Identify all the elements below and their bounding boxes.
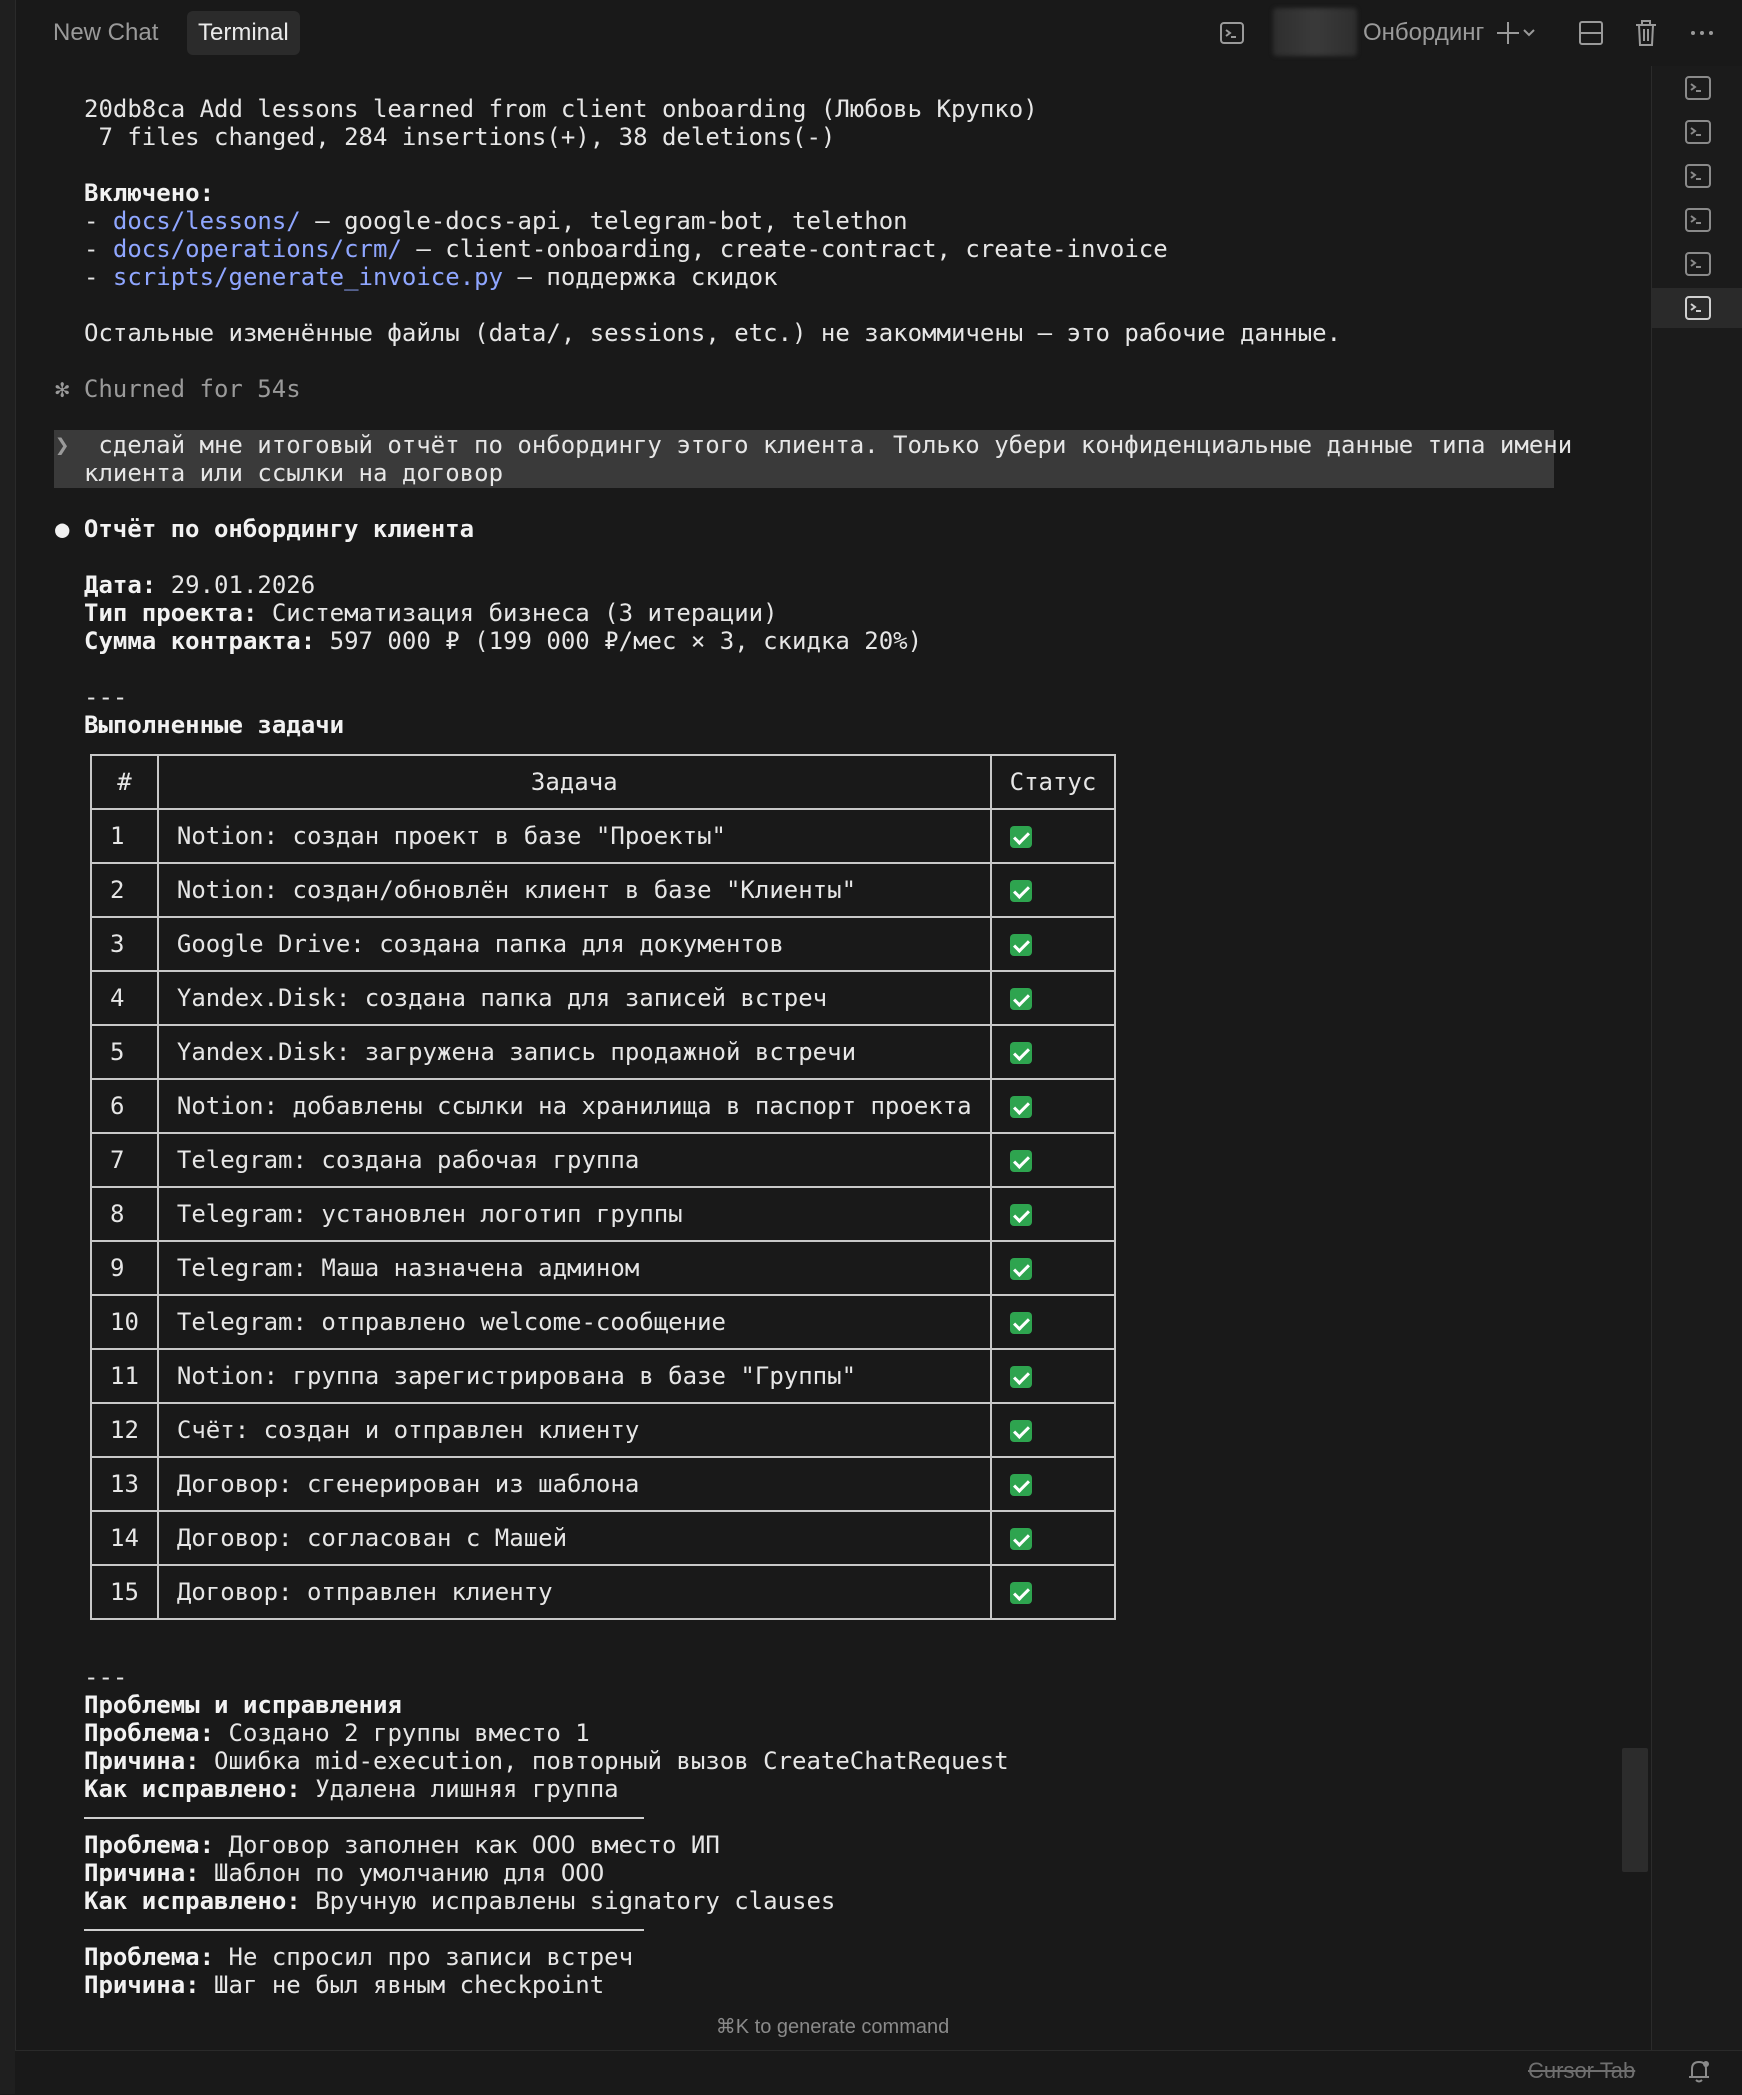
- generate-command-hint[interactable]: ⌘K to generate command: [0, 2014, 1665, 2039]
- commit-stats-line: 7 files changed, 284 insertions(+), 38 d…: [84, 123, 836, 151]
- terminal-title: Онбординг: [1363, 19, 1485, 46]
- check-icon: [1009, 934, 1032, 956]
- issue-problem: Проблема: Не спросил про записи встреч: [84, 1943, 634, 1971]
- table-header-row: # Задача Статус: [90, 754, 1117, 810]
- table-row: 2 Notion: создан/обновлён клиент в базе "…: [90, 862, 1117, 918]
- table-row: 5 Yandex.Disk: загружена запись продажной…: [90, 1024, 1117, 1080]
- churn-status: ✻ Churned for 54s: [55, 375, 301, 403]
- tasks-table: # Задача Статус 1 Notion: создан проект в…: [90, 754, 1117, 1620]
- table-row: 4 Yandex.Disk: создана папка для записей …: [90, 970, 1117, 1026]
- redacted-title-prefix: [1273, 8, 1357, 56]
- included-label: Включено:: [84, 179, 215, 207]
- report-title: ● Отчёт по онбордингу клиента: [55, 515, 475, 543]
- cursor-tab-toggle[interactable]: Cursor Tab: [1528, 2058, 1635, 2084]
- included-item: - docs/lessons/ — google-docs-api, teleg…: [84, 207, 908, 235]
- check-icon: [1009, 1528, 1032, 1550]
- terminal-icon: [1684, 164, 1711, 188]
- issues-title: Проблемы и исправления: [84, 1691, 402, 1719]
- tab-new-chat[interactable]: New Chat: [42, 11, 169, 55]
- chevron-down-icon[interactable]: [1519, 16, 1539, 50]
- issue-problem: Проблема: Создано 2 группы вместо 1: [84, 1719, 590, 1747]
- table-row: 1 Notion: создан проект в базе "Проекты": [90, 808, 1117, 864]
- check-icon: [1009, 1312, 1032, 1334]
- check-icon: [1009, 1474, 1032, 1496]
- terminal-list-item-1[interactable]: [1652, 68, 1742, 108]
- tasks-title: Выполненные задачи: [84, 711, 345, 739]
- meta-date: Дата: 29.01.2026: [84, 571, 316, 599]
- terminal-icon: [1684, 252, 1711, 276]
- issue-cause: Причина: Шаг не был явным checkpoint: [84, 1971, 605, 1999]
- col-num-header: #: [90, 754, 159, 810]
- terminal-icon: [1684, 296, 1711, 320]
- table-row: 9 Telegram: Маша назначена админом: [90, 1240, 1117, 1296]
- included-item: - scripts/generate_invoice.py — поддержк…: [84, 263, 778, 291]
- asterisk-icon: ✻: [55, 375, 70, 403]
- terminal-list-panel: [1651, 66, 1742, 2050]
- terminal-list-item-6[interactable]: [1652, 288, 1742, 328]
- terminal-list-item-4[interactable]: [1652, 200, 1742, 240]
- issue-separator: [84, 1929, 644, 1931]
- file-link[interactable]: docs/operations/crm/: [113, 235, 402, 263]
- check-icon: [1009, 1204, 1032, 1226]
- issue-fix: Как исправлено: Удалена лишняя группа: [84, 1775, 619, 1803]
- user-prompt-line-1: ❯ сделай мне итоговый отчёт по онбординг…: [55, 431, 1573, 459]
- terminal-icon: [1215, 16, 1249, 50]
- split-layout-icon[interactable]: [1574, 16, 1608, 50]
- scrollbar-thumb[interactable]: [1622, 1748, 1648, 1872]
- terminal-header: New Chat Terminal Онбординг: [15, 0, 1742, 66]
- table-row: 10 Telegram: отправлено welcome-сообщение: [90, 1294, 1117, 1350]
- notification-bell-icon[interactable]: [1684, 2056, 1714, 2086]
- check-icon: [1009, 988, 1032, 1010]
- check-icon: [1009, 1096, 1032, 1118]
- check-icon: [1009, 880, 1032, 902]
- rest-files-line: Остальные изменённые файлы (data/, sessi…: [84, 319, 1342, 347]
- tab-terminal[interactable]: Terminal: [187, 11, 300, 55]
- bullet-icon: ●: [55, 515, 70, 543]
- table-row: 6 Notion: добавлены ссылки на хранилища в…: [90, 1078, 1117, 1134]
- left-border: [0, 0, 16, 2094]
- table-row: 11 Notion: группа зарегистрирована в базе…: [90, 1348, 1117, 1404]
- file-link[interactable]: scripts/generate_invoice.py: [113, 263, 503, 291]
- included-item: - docs/operations/crm/ — client-onboardi…: [84, 235, 1168, 263]
- check-icon: [1009, 1366, 1032, 1388]
- table-row: 12 Счёт: создан и отправлен клиенту: [90, 1402, 1117, 1458]
- check-icon: [1009, 1582, 1032, 1604]
- check-icon: [1009, 1042, 1032, 1064]
- terminal-icon: [1684, 120, 1711, 144]
- check-icon: [1009, 826, 1032, 848]
- prompt-chevron-icon: ❯: [55, 431, 70, 459]
- issue-fix: Как исправлено: Вручную исправлены signa…: [84, 1887, 836, 1915]
- terminal-list-item-3[interactable]: [1652, 156, 1742, 196]
- check-icon: [1009, 1150, 1032, 1172]
- table-row: 15 Договор: отправлен клиенту: [90, 1564, 1117, 1620]
- issue-problem: Проблема: Договор заполнен как ООО вмест…: [84, 1831, 720, 1859]
- file-link[interactable]: docs/lessons/: [113, 207, 301, 235]
- issue-cause: Причина: Ошибка mid-execution, повторный…: [84, 1747, 1009, 1775]
- horizontal-rule-text: ---: [84, 683, 128, 711]
- issue-cause: Причина: Шаблон по умолчанию для ООО: [84, 1859, 605, 1887]
- table-row: 13 Договор: сгенерирован из шаблона: [90, 1456, 1117, 1512]
- meta-contract-sum: Сумма контракта: 597 000 ₽ (199 000 ₽/ме…: [84, 627, 923, 655]
- check-icon: [1009, 1258, 1032, 1280]
- commit-line: 20db8ca Add lessons learned from client …: [84, 95, 1038, 123]
- terminal-list-item-5[interactable]: [1652, 244, 1742, 284]
- table-row: 7 Telegram: создана рабочая группа: [90, 1132, 1117, 1188]
- col-task-header: Задача: [156, 754, 992, 810]
- table-row: 8 Telegram: установлен логотип группы: [90, 1186, 1117, 1242]
- horizontal-rule-text: ---: [84, 1663, 128, 1691]
- terminal-icon: [1684, 208, 1711, 232]
- terminal-list-item-2[interactable]: [1652, 112, 1742, 152]
- check-icon: [1009, 1420, 1032, 1442]
- col-status-header: Статус: [989, 754, 1117, 810]
- meta-project-type: Тип проекта: Систематизация бизнеса (3 и…: [84, 599, 778, 627]
- table-row: 3 Google Drive: создана папка для докумен…: [90, 916, 1117, 972]
- status-bar: [15, 2050, 1742, 2095]
- terminal-icon: [1684, 76, 1711, 100]
- table-row: 14 Договор: согласован с Машей: [90, 1510, 1117, 1566]
- issue-separator: [84, 1817, 644, 1819]
- user-prompt-line-2: клиента или ссылки на договор: [84, 459, 504, 487]
- trash-icon[interactable]: [1629, 16, 1663, 50]
- more-icon[interactable]: [1685, 16, 1719, 50]
